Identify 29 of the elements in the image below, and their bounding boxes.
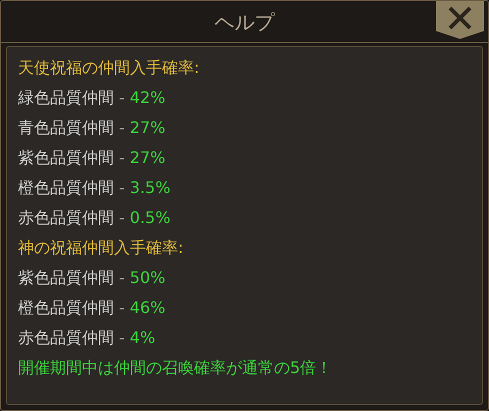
rate-value: 0.5%	[130, 207, 170, 229]
dash-separator: -	[119, 207, 125, 229]
dash-separator: -	[119, 177, 125, 199]
dash-separator: -	[119, 327, 125, 349]
dash-separator: -	[119, 297, 125, 319]
dash-separator: -	[119, 267, 125, 289]
section-heading: 天使祝福の仲間入手確率:	[18, 57, 200, 79]
rate-value: 4%	[130, 327, 156, 349]
quality-label: 赤色品質仲間	[18, 207, 114, 229]
rate-value: 50%	[130, 267, 166, 289]
dash-separator: -	[119, 147, 125, 169]
quality-label: 橙色品質仲間	[18, 177, 114, 199]
rate-value: 27%	[130, 117, 166, 139]
quality-label: 橙色品質仲間	[18, 297, 114, 319]
quality-label: 緑色品質仲間	[18, 87, 114, 109]
window-title: ヘルプ	[214, 8, 274, 36]
event-note: 開催期間中は仲間の召喚確率が通常の5倍！	[18, 357, 332, 379]
rate-value: 46%	[130, 297, 166, 319]
quality-label: 紫色品質仲間	[18, 147, 114, 169]
close-button[interactable]	[436, 1, 484, 39]
quality-label: 紫色品質仲間	[18, 267, 114, 289]
quality-label: 赤色品質仲間	[18, 327, 114, 349]
rate-value: 27%	[130, 147, 166, 169]
dash-separator: -	[119, 87, 125, 109]
rate-value: 42%	[130, 87, 166, 109]
dash-separator: -	[119, 117, 125, 139]
quality-label: 青色品質仲間	[18, 117, 114, 139]
rate-value: 3.5%	[130, 177, 170, 199]
section-heading: 神の祝福仲間入手確率:	[18, 237, 184, 259]
